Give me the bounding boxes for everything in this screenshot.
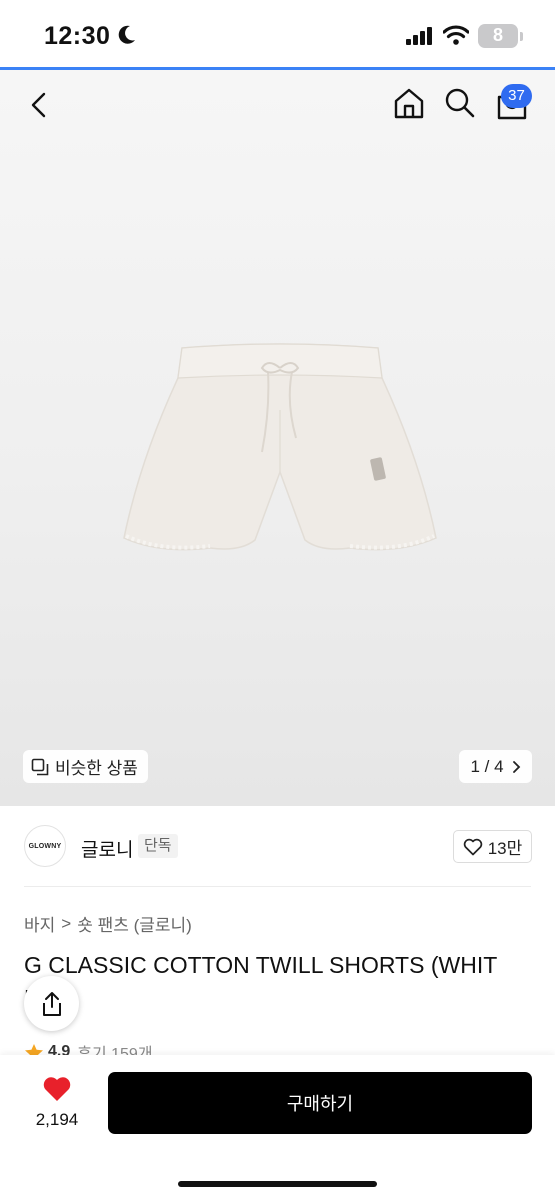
image-pager[interactable]: 1 / 4	[459, 750, 532, 783]
brand-logo[interactable]: GLOWNY	[24, 825, 66, 867]
status-bar: 12:30 8	[0, 0, 555, 68]
battery-cap	[520, 32, 523, 41]
brand-like-button[interactable]: 13만	[453, 830, 532, 863]
home-indicator	[178, 1181, 377, 1187]
pager-text: 1 / 4	[470, 756, 504, 776]
breadcrumb-separator: >	[61, 913, 72, 933]
battery-level: 8	[492, 25, 503, 45]
divider	[24, 886, 531, 887]
product-title: G CLASSIC COTTON TWILL SHORTS (WHIT	[24, 952, 498, 978]
brand-logo-text: GLOWNY	[28, 842, 62, 850]
similar-label: 비슷한 상품	[55, 759, 138, 778]
brand-row: GLOWNY 글로니 단독 13만	[0, 806, 555, 886]
share-icon	[42, 991, 61, 1016]
wifi-icon	[442, 25, 470, 50]
similar-products-button[interactable]: 비슷한 상품	[23, 750, 148, 783]
signal-icon	[406, 27, 434, 50]
buy-button[interactable]: 구매하기	[108, 1072, 532, 1134]
back-icon[interactable]	[28, 92, 52, 123]
heart-filled-icon	[43, 1077, 71, 1101]
moon-icon	[118, 25, 136, 50]
product-image-gallery[interactable]: 37 비슷한 상품 1 / 4	[0, 70, 555, 806]
share-button[interactable]	[24, 976, 79, 1031]
breadcrumb-subcategory[interactable]: 숏 팬츠 (글로니)	[77, 911, 192, 936]
exclusive-tag: 단독	[138, 834, 178, 858]
cart-count-badge: 37	[501, 84, 532, 108]
battery-indicator: 8	[478, 24, 518, 48]
wishlist-count: 2,194	[35, 1110, 79, 1129]
home-icon[interactable]	[393, 87, 425, 124]
product-photo	[123, 343, 437, 551]
similar-icon	[31, 758, 49, 775]
heart-outline-icon	[463, 838, 482, 855]
brand-like-count: 13만	[487, 839, 523, 858]
brand-name[interactable]: 글로니	[81, 835, 133, 862]
wishlist-button[interactable]: 2,194	[30, 1075, 84, 1130]
bottom-action-bar: 2,194 구매하기	[0, 1055, 555, 1200]
breadcrumb: 바지 > 숏 팬츠 (글로니)	[24, 911, 192, 936]
status-time: 12:30	[44, 22, 111, 50]
search-icon[interactable]	[444, 87, 476, 124]
breadcrumb-category[interactable]: 바지	[24, 911, 55, 936]
chevron-right-icon	[512, 760, 520, 773]
